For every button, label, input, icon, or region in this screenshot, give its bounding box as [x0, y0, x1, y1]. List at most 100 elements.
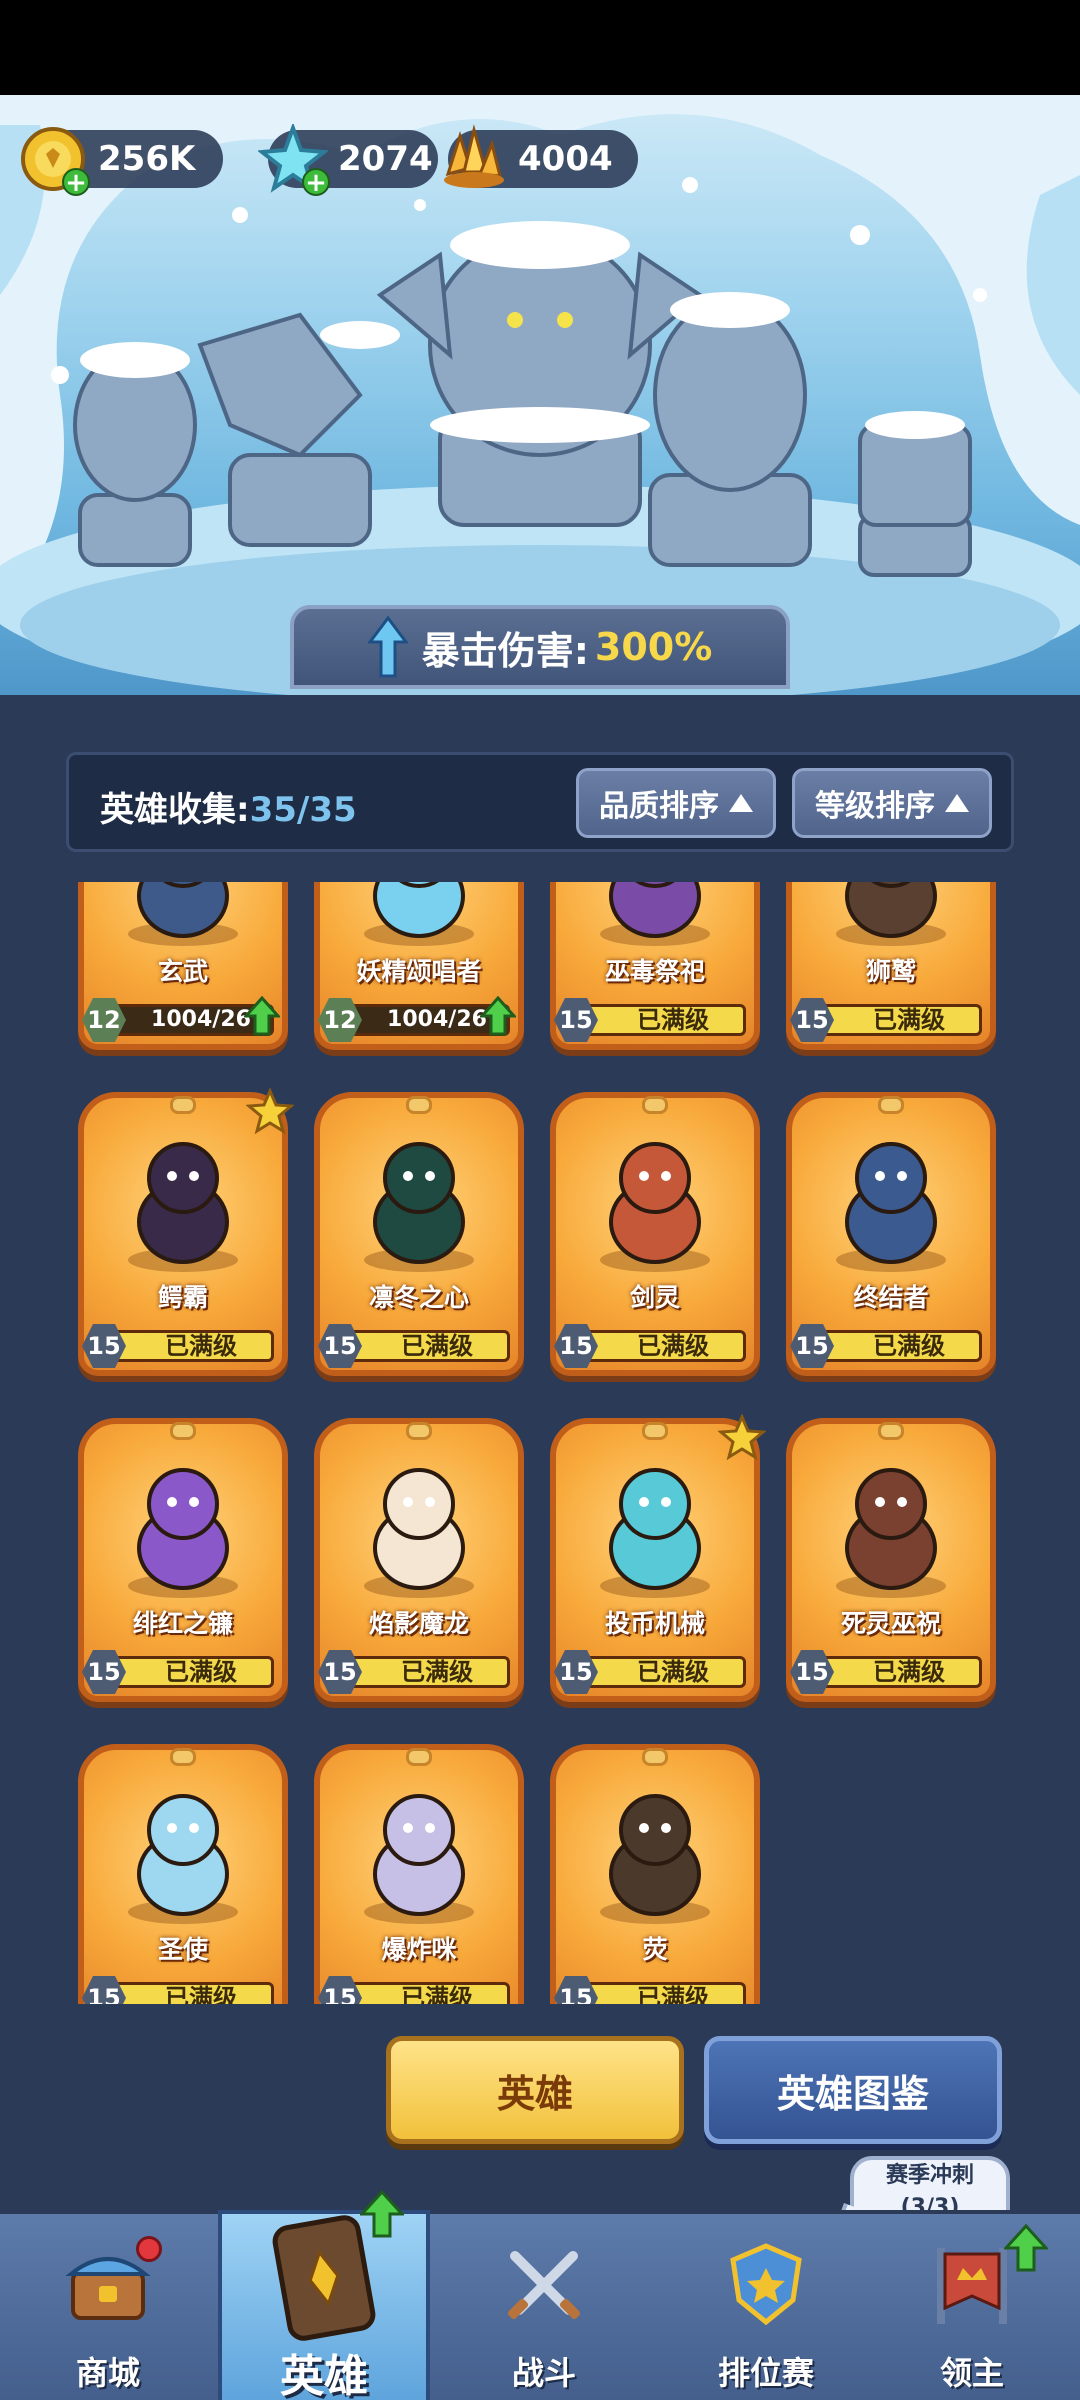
- card-gem-ornament: [170, 1096, 196, 1114]
- nav-lord-label: 领主: [939, 2354, 1004, 2392]
- hero-portrait: [836, 1468, 946, 1598]
- nav-ranked[interactable]: 排位赛: [666, 2240, 866, 2400]
- sort-quality-label: 品质排序: [599, 789, 719, 824]
- hero-upgrade-arrow-icon: [244, 996, 280, 1036]
- hero-portrait: [128, 1142, 238, 1272]
- add-gold-icon[interactable]: +: [62, 168, 90, 196]
- gold-counter[interactable]: + 256K: [21, 127, 223, 196]
- shop-notification-dot: [136, 2236, 162, 2262]
- gold-coin-icon: +: [18, 124, 90, 196]
- upgrade-arrow-icon: [360, 2190, 404, 2238]
- hero-grid[interactable]: 玄武 1004/26 12 妖精颂唱者 1004/26 12 巫毒祭祀 已满级 15 狮鹫 已满级 1…: [60, 882, 1020, 2004]
- hero-card[interactable]: 剑灵 已满级 15: [550, 1092, 760, 1398]
- hero-name: 爆炸咪: [381, 1935, 457, 1964]
- hero-card[interactable]: 鳄霸 已满级 15: [78, 1088, 294, 1398]
- hero-portrait: [600, 882, 710, 946]
- hero-portrait: [364, 1142, 474, 1272]
- sort-ascending-icon: [945, 794, 969, 812]
- card-gem-ornament: [642, 1748, 668, 1766]
- hero-name: 妖精颂唱者: [356, 957, 482, 986]
- crossed-swords-icon: [507, 2251, 581, 2320]
- sort-ascending-icon: [729, 794, 753, 812]
- hero-name: 死灵巫祝: [840, 1609, 941, 1638]
- card-gem-ornament: [642, 1096, 668, 1114]
- sort-by-level-button[interactable]: 等级排序: [792, 768, 992, 838]
- heroes-tab-button[interactable]: 英雄: [386, 2036, 684, 2144]
- hero-name: 鳄霸: [157, 1283, 208, 1312]
- hero-portrait: [600, 1142, 710, 1272]
- crit-damage-value: 300%: [594, 625, 713, 669]
- nav-battle[interactable]: 战斗: [444, 2240, 644, 2400]
- hero-name: 剑灵: [629, 1283, 680, 1312]
- hero-card[interactable]: 玄武 1004/26 12: [78, 882, 288, 1072]
- hero-name: 凛冬之心: [368, 1283, 469, 1312]
- star-gem-icon: +: [256, 122, 330, 196]
- nav-ranked-label: 排位赛: [717, 2354, 814, 2392]
- hero-portrait: [364, 882, 474, 946]
- collection-count: 英雄收集:35/35: [100, 782, 357, 831]
- hero-card[interactable]: 焰影魔龙 已满级 15: [314, 1418, 524, 1724]
- hero-level-status: 已满级: [165, 1658, 237, 1686]
- collection-label: 英雄收集:: [100, 790, 250, 830]
- hero-portrait: [128, 1794, 238, 1924]
- hero-level-status: 已满级: [873, 1006, 945, 1034]
- hero-card[interactable]: 巫毒祭祀 已满级 15: [550, 882, 760, 1072]
- hero-card[interactable]: 终结者 已满级 15: [786, 1092, 996, 1398]
- lord-upgrade-arrow-icon: [1004, 2224, 1048, 2272]
- gold-amount: 256K: [98, 139, 196, 179]
- hero-name: 荧: [642, 1935, 668, 1964]
- hero-card[interactable]: 圣使 已满级 15: [78, 1744, 288, 2004]
- card-gem-ornament: [406, 1096, 432, 1114]
- nav-shop[interactable]: 商城: [8, 2240, 208, 2400]
- hero-level-status: 已满级: [637, 1984, 709, 2004]
- crit-damage-banner: 暴击伤害: 300%: [290, 605, 790, 689]
- hero-card[interactable]: 荧已满级 15: [550, 1744, 760, 2004]
- nav-heroes-label: 英雄: [280, 2351, 368, 2400]
- hero-level-status: 已满级: [165, 1332, 237, 1360]
- hero-card[interactable]: 凛冬之心 已满级 15: [314, 1092, 524, 1398]
- season-sprint-title: 赛季冲刺: [885, 2163, 974, 2188]
- up-arrow-icon: [367, 616, 408, 678]
- crystal-amount: 4004: [518, 139, 613, 179]
- hero-name: 狮鹫: [865, 957, 916, 986]
- hero-portrait: [364, 1794, 474, 1924]
- hero-name: 焰影魔龙: [368, 1609, 469, 1638]
- hero-card[interactable]: 绯红之镰 已满级 15: [78, 1418, 288, 1724]
- add-gem-icon[interactable]: +: [302, 168, 330, 196]
- hero-portrait: [128, 882, 238, 946]
- collection-number: 35/35: [249, 790, 357, 830]
- crystal-icon: [438, 124, 508, 194]
- hero-card[interactable]: 投币机械 已满级 15: [550, 1414, 766, 1724]
- hero-level-status: 已满级: [401, 1332, 473, 1360]
- hero-name: 圣使: [157, 1935, 208, 1964]
- hero-card[interactable]: 狮鹫 已满级 15: [786, 882, 996, 1072]
- hero-portrait: [364, 1468, 474, 1598]
- hero-portrait: [128, 1468, 238, 1598]
- hero-guide-button[interactable]: 英雄图鉴: [704, 2036, 1002, 2144]
- card-gem-ornament: [642, 1422, 668, 1440]
- gem-counter[interactable]: + 2074: [256, 122, 438, 196]
- nav-shop-label: 商城: [75, 2354, 140, 2392]
- card-gem-ornament: [878, 1422, 904, 1440]
- hero-portrait: [836, 882, 946, 946]
- hero-level-status: 已满级: [401, 1984, 473, 2004]
- crit-damage-label: 暴击伤害:: [421, 628, 589, 673]
- crystal-counter[interactable]: 4004: [444, 124, 638, 188]
- hero-name: 玄武: [157, 957, 208, 986]
- hero-card[interactable]: 妖精颂唱者 1004/26 12: [314, 882, 524, 1072]
- hero-name: 终结者: [853, 1283, 929, 1312]
- hero-name: 绯红之镰: [132, 1609, 233, 1638]
- card-gem-ornament: [878, 1096, 904, 1114]
- sort-by-quality-button[interactable]: 品质排序: [576, 768, 776, 838]
- card-gem-ornament: [170, 1422, 196, 1440]
- hero-level-status: 已满级: [873, 1332, 945, 1360]
- nav-battle-label: 战斗: [511, 2354, 576, 2392]
- hero-level-status: 已满级: [165, 1984, 237, 2004]
- hero-level-status: 已满级: [873, 1658, 945, 1686]
- hero-level-status: 已满级: [637, 1332, 709, 1360]
- ranked-shield-icon: [730, 2243, 802, 2326]
- hero-card[interactable]: 爆炸咪 已满级 15: [314, 1744, 524, 2004]
- hero-star-icon: [246, 1088, 294, 1135]
- hero-star-icon: [718, 1414, 766, 1461]
- hero-card[interactable]: 死灵巫祝 已满级 15: [786, 1418, 996, 1724]
